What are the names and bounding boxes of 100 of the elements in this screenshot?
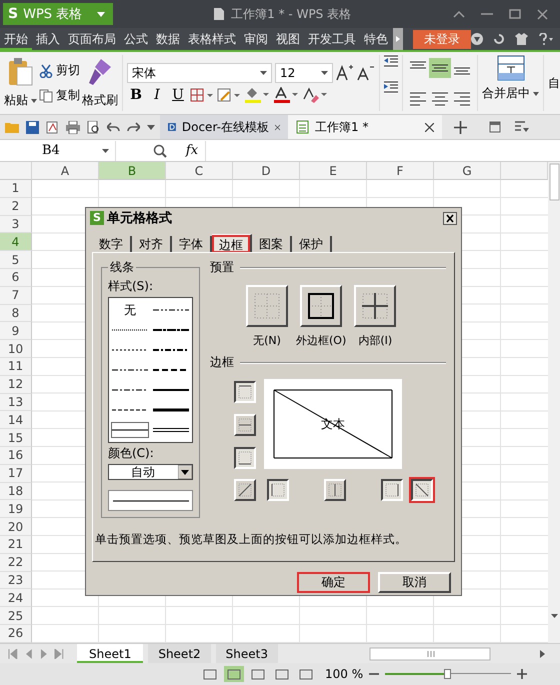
- row-header[interactable]: 12: [0, 376, 32, 394]
- dialog-tab[interactable]: 保护: [292, 236, 332, 252]
- redo-icon[interactable]: [127, 122, 140, 132]
- refresh-icon[interactable]: [493, 33, 505, 45]
- row-header[interactable]: 7: [0, 286, 32, 305]
- menu-tab[interactable]: 数据: [152, 28, 184, 50]
- undo-icon[interactable]: [107, 122, 120, 132]
- decrease-indent-icon[interactable]: [384, 55, 398, 67]
- row-header[interactable]: 6: [0, 268, 32, 287]
- grow-font-icon[interactable]: [336, 65, 354, 81]
- row-header[interactable]: 4: [0, 233, 32, 252]
- row-header[interactable]: 5: [0, 251, 32, 269]
- close-icon[interactable]: [425, 122, 434, 132]
- row-header[interactable]: 17: [0, 464, 32, 483]
- preset-button[interactable]: [354, 285, 396, 327]
- row-header[interactable]: 1: [0, 180, 32, 198]
- line-style-option[interactable]: [111, 422, 149, 438]
- border-toggle-button[interactable]: [381, 479, 403, 501]
- row-header[interactable]: 25: [0, 607, 32, 625]
- column-header[interactable]: A: [32, 162, 99, 180]
- row-header[interactable]: 19: [0, 500, 32, 518]
- dialog-button[interactable]: 确定: [297, 572, 370, 593]
- increase-indent-icon[interactable]: [384, 81, 398, 93]
- menu-tab[interactable]: 视图: [272, 28, 304, 50]
- font-name-field[interactable]: 宋体: [127, 63, 272, 83]
- new-tab-icon[interactable]: [454, 120, 467, 134]
- row-header[interactable]: 15: [0, 429, 32, 447]
- row-header[interactable]: 11: [0, 358, 32, 376]
- dialog-tab[interactable]: 对齐: [132, 236, 172, 252]
- shirt-icon[interactable]: [515, 33, 528, 45]
- format-button[interactable]: U: [169, 87, 187, 103]
- window-icon[interactable]: [489, 121, 501, 133]
- border-toggle-button[interactable]: [411, 479, 433, 501]
- dialog-tab[interactable]: 边框: [212, 234, 252, 253]
- clear-format-icon[interactable]: [302, 87, 328, 103]
- zoom-in-icon[interactable]: [517, 669, 528, 679]
- line-style-list[interactable]: 无: [108, 297, 193, 443]
- row-header[interactable]: 9: [0, 322, 32, 340]
- menu-tab[interactable]: 特色: [360, 28, 392, 50]
- row-header[interactable]: 24: [0, 589, 32, 608]
- close-icon[interactable]: [274, 122, 280, 132]
- menu-tab[interactable]: 开发工具: [304, 28, 360, 50]
- document-tab[interactable]: Docer-在线模板: [160, 115, 288, 139]
- row-header[interactable]: 20: [0, 518, 32, 536]
- preset-button[interactable]: [246, 285, 288, 327]
- paintbrush-icon[interactable]: [87, 57, 113, 87]
- format-button[interactable]: B: [127, 87, 145, 103]
- zoom-slider[interactable]: [385, 669, 512, 679]
- row-header[interactable]: 3: [0, 216, 32, 234]
- border-toggle-button[interactable]: [234, 447, 256, 469]
- maximize-icon[interactable]: [509, 9, 521, 19]
- row-header[interactable]: 23: [0, 572, 32, 590]
- line-style-option[interactable]: 无: [111, 302, 149, 318]
- menu-tab[interactable]: 页面布局: [64, 28, 120, 50]
- row-header[interactable]: 13: [0, 394, 32, 412]
- dialog-tab[interactable]: 数字: [92, 236, 132, 252]
- row-header[interactable]: 26: [0, 624, 32, 643]
- font-color-icon[interactable]: [273, 87, 299, 103]
- border-preview[interactable]: 文本: [264, 379, 402, 469]
- row-header[interactable]: 14: [0, 411, 32, 430]
- column-header[interactable]: G: [434, 162, 501, 180]
- merge-cells-icon[interactable]: [496, 55, 524, 81]
- menu-tab[interactable]: 表格样式: [184, 28, 240, 50]
- color-dropdown[interactable]: 自动: [108, 464, 193, 480]
- collapse-icon[interactable]: [453, 10, 465, 18]
- app-menu-button[interactable]: S WPS 表格: [3, 3, 114, 25]
- font-size-field[interactable]: 12: [275, 63, 333, 83]
- pencil-icon[interactable]: [217, 88, 241, 102]
- row-header[interactable]: 16: [0, 446, 32, 465]
- zoom-icon[interactable]: [153, 144, 167, 158]
- borders-icon[interactable]: [190, 88, 214, 102]
- row-header[interactable]: 10: [0, 340, 32, 358]
- menu-tab[interactable]: 公式: [120, 28, 152, 50]
- save-icon[interactable]: [26, 120, 39, 134]
- cut-button[interactable]: 剪切: [39, 62, 80, 79]
- column-header[interactable]: D: [233, 162, 300, 180]
- dialog-tab[interactable]: 图案: [252, 236, 292, 252]
- sheet-tab[interactable]: Sheet3: [216, 644, 278, 663]
- row-header[interactable]: 18: [0, 482, 32, 500]
- fill-color-icon[interactable]: [244, 87, 270, 103]
- sheet-tab[interactable]: Sheet2: [148, 644, 211, 663]
- border-toggle-button[interactable]: [267, 479, 289, 501]
- paste-button[interactable]: 粘贴: [4, 92, 37, 109]
- sheet-tab[interactable]: Sheet1: [77, 644, 144, 663]
- copy-button[interactable]: 复制: [39, 87, 80, 104]
- column-header[interactable]: C: [166, 162, 233, 180]
- menu-tab[interactable]: 审阅: [240, 28, 272, 50]
- column-header[interactable]: E: [300, 162, 367, 180]
- row-header[interactable]: 21: [0, 536, 32, 554]
- format-painter-button[interactable]: 格式刷: [82, 92, 118, 109]
- dialog-button[interactable]: 取消: [378, 572, 451, 593]
- shrink-font-icon[interactable]: [357, 65, 375, 81]
- align-middle-icon[interactable]: [429, 58, 451, 78]
- name-box[interactable]: B4: [0, 140, 116, 160]
- close-icon[interactable]: [443, 212, 457, 224]
- merge-center-button[interactable]: 合并居中: [482, 85, 539, 102]
- column-header[interactable]: F: [367, 162, 434, 180]
- row-header[interactable]: 22: [0, 554, 32, 572]
- caret-icon[interactable]: [147, 124, 155, 130]
- row-header[interactable]: 2: [0, 198, 32, 216]
